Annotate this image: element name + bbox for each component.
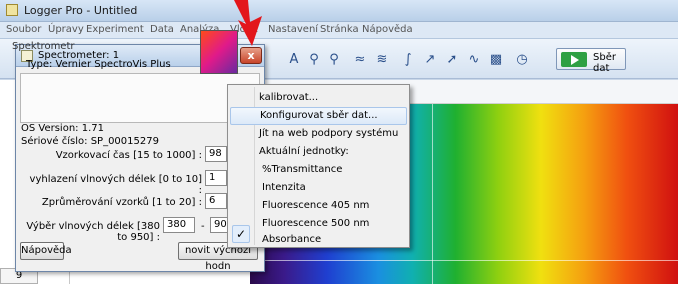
curve-fit-icon[interactable]: ∿ bbox=[464, 49, 484, 69]
menu-edit[interactable]: Úpravy bbox=[48, 24, 84, 35]
menu-page[interactable]: Stránka bbox=[320, 24, 359, 35]
smoothing-label: vyhlazení vlnových délek [0 to 10] : bbox=[29, 174, 202, 196]
wavelength-range-label: Výběr vlnových délek [380 to 950] : bbox=[26, 221, 160, 243]
sample-time-label: Vzorkovací čas [15 to 1000] : bbox=[55, 150, 202, 161]
replay-icon[interactable]: ◷ bbox=[512, 49, 532, 69]
integral-icon[interactable]: ∫ bbox=[398, 49, 418, 69]
sensor-context-menu: kalibrovat... Konfigurovat sběr dat... J… bbox=[227, 84, 410, 248]
autoscale-icon[interactable]: A bbox=[284, 49, 304, 69]
serial-number: Sériové číslo: SP_00015279 bbox=[21, 136, 159, 147]
check-icon: ✓ bbox=[232, 225, 250, 243]
app-title: Logger Pro - Untitled bbox=[24, 4, 138, 17]
collect-button[interactable]: Sběr dat bbox=[556, 48, 626, 74]
pointer-arrow-icon bbox=[234, 0, 262, 46]
tangent-icon[interactable]: ↗ bbox=[420, 49, 440, 69]
menu-item-current-units-heading: Aktuální jednotky: bbox=[259, 146, 349, 157]
menu-item-calibrate[interactable]: kalibrovat... bbox=[230, 89, 407, 107]
app-icon bbox=[6, 4, 18, 16]
menu-bar: Soubor Úpravy Experiment Data Analýza Vl… bbox=[0, 22, 678, 39]
device-panel[interactable] bbox=[20, 73, 260, 123]
device-type: Type: Vernier SpectroVis Plus bbox=[26, 59, 171, 70]
help-button[interactable]: Nápověda bbox=[20, 242, 72, 260]
menu-help[interactable]: Nápověda bbox=[362, 24, 413, 35]
zoom-out-icon[interactable]: ⚲ bbox=[324, 49, 344, 69]
averaging-label: Zprůměrování vzorků [1 to 20] : bbox=[41, 197, 202, 208]
averaging-input[interactable]: 6 bbox=[205, 193, 227, 209]
menu-item-fluorescence-405[interactable]: Fluorescence 405 nm bbox=[230, 197, 407, 215]
sample-time-input[interactable]: 98 bbox=[205, 146, 227, 162]
histogram-icon[interactable]: ▩ bbox=[486, 49, 506, 69]
stats-icon[interactable]: ≋ bbox=[372, 49, 392, 69]
wavelength-separator: - bbox=[201, 221, 205, 232]
smoothing-input[interactable]: 1 bbox=[205, 170, 227, 186]
menu-item-configure-collection[interactable]: Konfigurovat sběr dat... bbox=[230, 107, 407, 125]
wavelength-to-input[interactable]: 900 bbox=[210, 217, 233, 233]
zoom-in-icon[interactable]: ⚲ bbox=[304, 49, 324, 69]
wavelength-from-input[interactable]: 380 bbox=[163, 217, 195, 233]
graph-gridline bbox=[432, 104, 433, 284]
linear-fit-icon[interactable]: ➚ bbox=[442, 49, 462, 69]
menu-data[interactable]: Data bbox=[150, 24, 174, 35]
menu-item-support-web[interactable]: Jít na web podpory systému bbox=[230, 125, 407, 143]
menu-experiment[interactable]: Experiment bbox=[86, 24, 144, 35]
play-icon bbox=[561, 52, 587, 67]
menu-item-absorbance[interactable]: Absorbance bbox=[230, 231, 407, 249]
os-version: OS Version: 1.71 bbox=[21, 123, 104, 134]
app-titlebar: Logger Pro - Untitled bbox=[0, 0, 678, 22]
collect-label: Sběr dat bbox=[593, 52, 616, 74]
menu-item-intensity[interactable]: Intenzita bbox=[230, 179, 407, 197]
menu-item-transmittance[interactable]: %Transmittance bbox=[230, 161, 407, 179]
graph-gridline bbox=[250, 260, 678, 261]
device-label: Spektrometr bbox=[12, 41, 75, 52]
menu-file[interactable]: Soubor bbox=[6, 24, 41, 35]
examine-icon[interactable]: ≈ bbox=[350, 49, 370, 69]
